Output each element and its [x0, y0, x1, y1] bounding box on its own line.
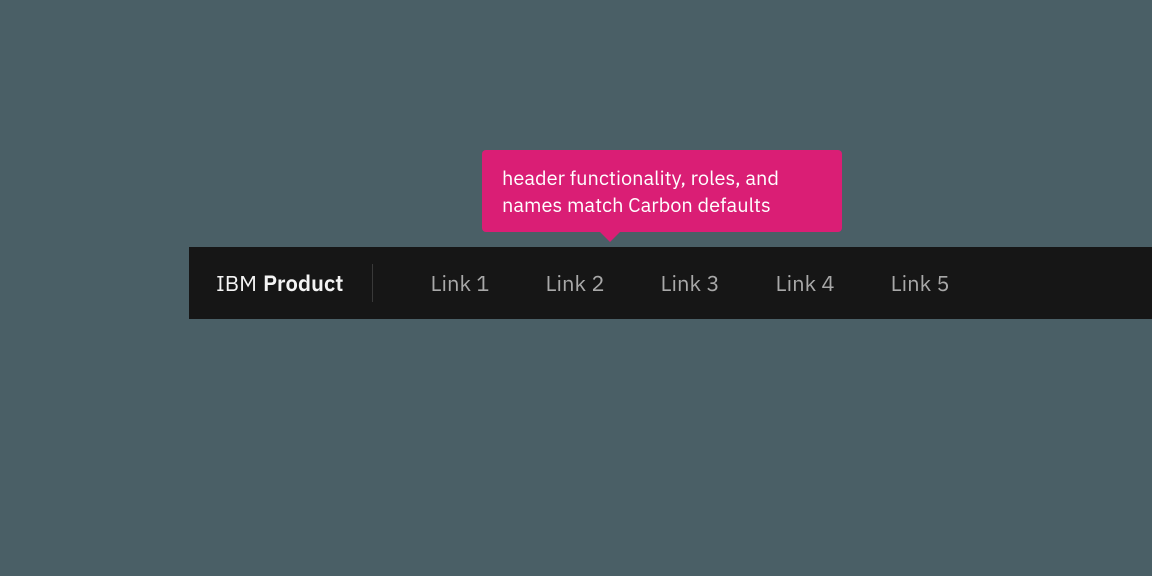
tooltip-arrow-icon	[600, 232, 620, 242]
nav-link-label: Link 5	[891, 269, 950, 298]
nav-link-2[interactable]: Link 2	[518, 247, 633, 319]
nav-link-label: Link 1	[431, 269, 490, 298]
nav-link-label: Link 4	[776, 269, 835, 298]
brand-link[interactable]: IBM Product	[189, 247, 372, 319]
header: IBM Product Link 1 Link 2 Link 3 Link 4 …	[189, 247, 1152, 319]
tooltip-text: header functionality, roles, and names m…	[502, 164, 779, 218]
nav-link-label: Link 2	[546, 269, 605, 298]
nav-link-1[interactable]: Link 1	[403, 247, 518, 319]
nav-link-label: Link 3	[661, 269, 720, 298]
header-nav: Link 1 Link 2 Link 3 Link 4 Link 5	[373, 247, 978, 319]
annotation-tooltip: header functionality, roles, and names m…	[482, 150, 842, 232]
nav-link-5[interactable]: Link 5	[863, 247, 978, 319]
nav-link-3[interactable]: Link 3	[633, 247, 748, 319]
brand-prefix: IBM	[216, 269, 257, 298]
nav-link-4[interactable]: Link 4	[748, 247, 863, 319]
brand-name: Product	[263, 269, 343, 298]
